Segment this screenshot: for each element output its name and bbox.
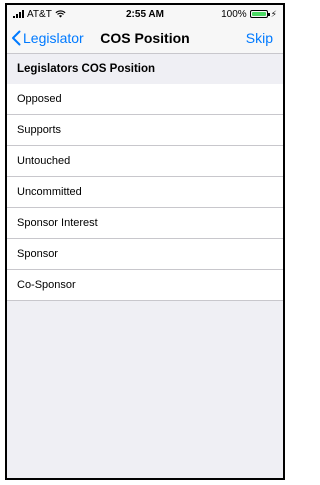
list-item[interactable]: Supports (7, 115, 283, 146)
signal-icon (13, 10, 24, 18)
phone-screen: AT&T 2:55 AM 100% ⚡ Legislator COS Posit… (5, 3, 285, 480)
position-options-list: Opposed Supports Untouched Uncommitted Spons… (7, 84, 283, 301)
list-item[interactable]: Sponsor (7, 239, 283, 270)
list-item-label: Uncommitted (17, 186, 82, 198)
section-header: Legislators COS Position (7, 54, 283, 84)
navigation-bar: Legislator COS Position Skip (7, 23, 283, 54)
battery-icon (249, 10, 270, 18)
list-item[interactable]: Untouched (7, 146, 283, 177)
chevron-left-icon (12, 30, 21, 46)
list-item-label: Opposed (17, 93, 62, 105)
wifi-icon (55, 10, 66, 18)
charging-bolt-icon: ⚡ (270, 8, 277, 19)
status-right: 100% ⚡ (221, 9, 277, 20)
back-button[interactable]: Legislator (7, 30, 84, 46)
carrier-label: AT&T (27, 8, 52, 20)
list-item[interactable]: Uncommitted (7, 177, 283, 208)
back-button-label: Legislator (23, 30, 84, 46)
list-item[interactable]: Co-Sponsor (7, 270, 283, 301)
skip-button[interactable]: Skip (246, 30, 283, 46)
list-item[interactable]: Sponsor Interest (7, 208, 283, 239)
list-item-label: Sponsor (17, 248, 58, 260)
status-bar: AT&T 2:55 AM 100% ⚡ (7, 5, 283, 23)
battery-level (251, 12, 266, 16)
status-left: AT&T (13, 9, 66, 20)
list-item[interactable]: Opposed (7, 84, 283, 115)
list-item-label: Untouched (17, 155, 71, 167)
battery-percent: 100% (221, 8, 247, 20)
list-item-label: Sponsor Interest (17, 217, 98, 229)
list-item-label: Supports (17, 124, 62, 136)
list-item-label: Co-Sponsor (17, 279, 76, 291)
